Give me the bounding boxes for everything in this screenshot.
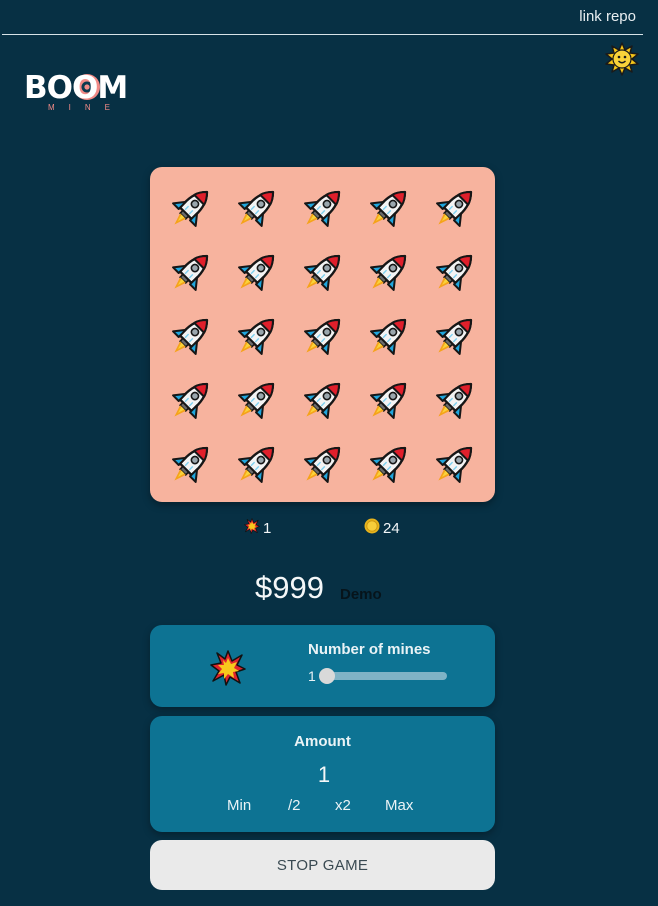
stop-game-button[interactable]: STOP GAME	[150, 840, 495, 890]
app-page: link repo BOOM MINE 1 24 $999 Demo Numbe…	[0, 0, 658, 906]
half-button[interactable]: /2	[288, 797, 301, 814]
top-bar: link repo	[2, 0, 643, 35]
rocket-icon	[360, 181, 416, 241]
board-tile[interactable]	[228, 437, 294, 501]
mines-count: 1	[263, 519, 272, 537]
board-tile[interactable]	[162, 373, 228, 437]
amount-panel: Amount Min /2 x2 Max	[150, 716, 495, 832]
mines-slider[interactable]	[320, 672, 447, 680]
logo-subtitle: MINE	[48, 103, 124, 112]
board-tile[interactable]	[294, 181, 360, 245]
rocket-icon	[228, 309, 284, 369]
board-tile[interactable]	[228, 245, 294, 309]
rocket-icon	[162, 181, 218, 241]
explosion-icon	[244, 518, 260, 538]
board-tile[interactable]	[228, 373, 294, 437]
mines-stat: 1	[244, 518, 271, 538]
board-tile[interactable]	[162, 437, 228, 501]
rocket-icon	[426, 437, 482, 497]
rocket-icon	[228, 373, 284, 433]
tile-grid	[162, 181, 492, 501]
coins-count: 24	[383, 519, 400, 537]
board-tile[interactable]	[426, 437, 492, 501]
rocket-icon	[294, 437, 350, 497]
board-tile[interactable]	[228, 181, 294, 245]
rocket-icon	[360, 373, 416, 433]
mines-title: Number of mines	[308, 641, 431, 658]
rocket-icon	[162, 437, 218, 497]
rocket-icon	[228, 181, 284, 241]
rocket-icon	[360, 309, 416, 369]
rocket-icon	[426, 181, 482, 241]
mines-slider-thumb[interactable]	[319, 668, 335, 684]
double-button[interactable]: x2	[335, 797, 351, 814]
rocket-icon	[360, 437, 416, 497]
game-board	[150, 167, 495, 502]
board-tile[interactable]	[294, 309, 360, 373]
board-tile[interactable]	[162, 181, 228, 245]
board-tile[interactable]	[360, 437, 426, 501]
link-repo[interactable]: link repo	[579, 8, 636, 25]
rocket-icon	[294, 245, 350, 305]
logo: BOOM MINE	[24, 70, 140, 116]
board-tile[interactable]	[294, 437, 360, 501]
rocket-icon	[294, 309, 350, 369]
board-tile[interactable]	[228, 309, 294, 373]
explosion-icon	[210, 650, 246, 686]
coins-stat: 24	[364, 518, 400, 538]
rocket-icon	[162, 309, 218, 369]
board-tile[interactable]	[426, 309, 492, 373]
logo-word: BOOM	[24, 70, 128, 106]
board-tile[interactable]	[360, 181, 426, 245]
board-tile[interactable]	[426, 245, 492, 309]
sun-icon[interactable]	[605, 42, 639, 76]
rocket-icon	[426, 373, 482, 433]
rocket-icon	[228, 245, 284, 305]
board-tile[interactable]	[162, 309, 228, 373]
rocket-icon	[162, 373, 218, 433]
board-tile[interactable]	[360, 245, 426, 309]
max-button[interactable]: Max	[385, 797, 413, 814]
balance-amount: $999	[255, 570, 324, 605]
board-tile[interactable]	[294, 373, 360, 437]
board-tile[interactable]	[162, 245, 228, 309]
demo-label: Demo	[340, 586, 382, 603]
rocket-icon	[162, 245, 218, 305]
board-tile[interactable]	[426, 181, 492, 245]
board-tile[interactable]	[360, 373, 426, 437]
board-tile[interactable]	[360, 309, 426, 373]
board-tile[interactable]	[294, 245, 360, 309]
rocket-icon	[294, 373, 350, 433]
board-tile[interactable]	[426, 373, 492, 437]
rocket-icon	[228, 437, 284, 497]
rocket-icon	[294, 181, 350, 241]
min-button[interactable]: Min	[227, 797, 251, 814]
rocket-icon	[360, 245, 416, 305]
rocket-icon	[426, 309, 482, 369]
amount-input[interactable]	[272, 760, 376, 790]
mines-panel: Number of mines 1	[150, 625, 495, 707]
mines-value: 1	[308, 668, 316, 684]
rocket-icon	[426, 245, 482, 305]
amount-title: Amount	[294, 733, 351, 750]
coin-icon	[364, 518, 380, 538]
